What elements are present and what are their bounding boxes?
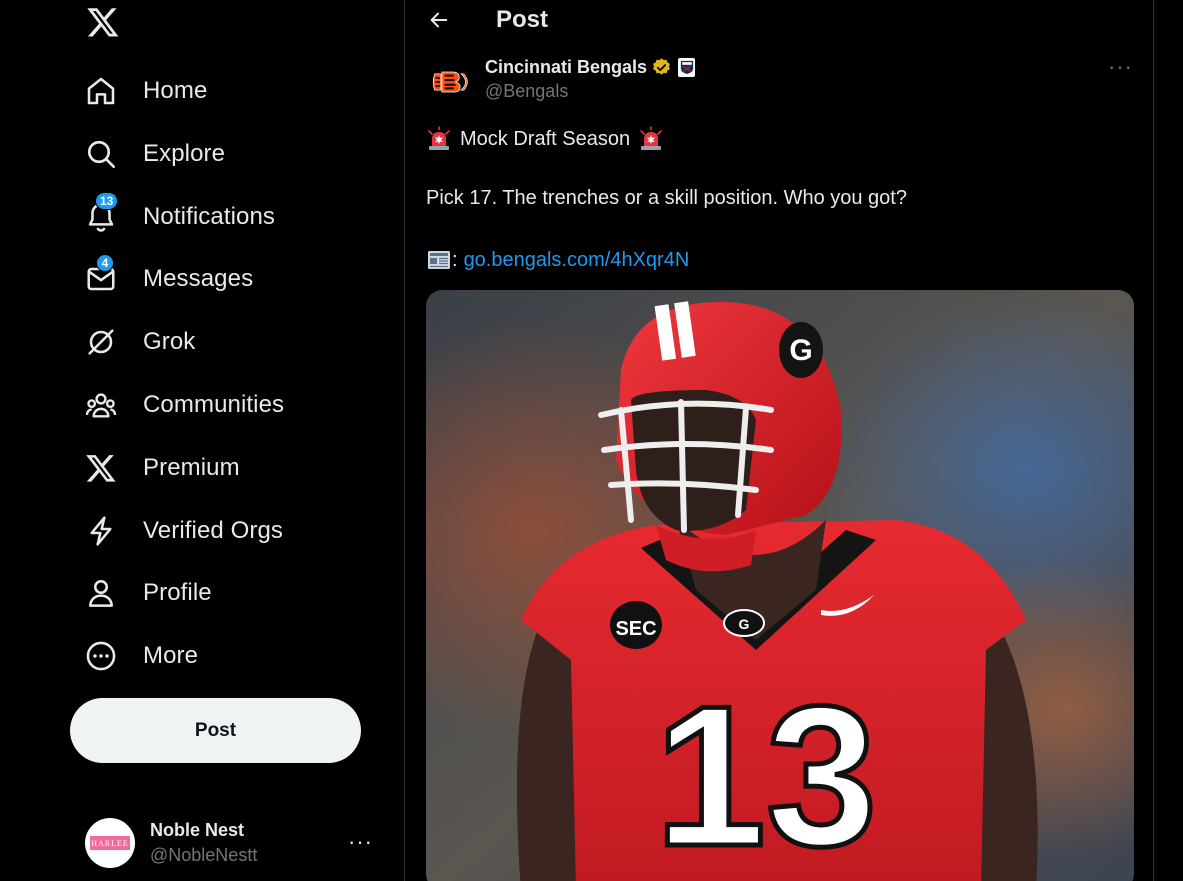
verified-badge-icon — [653, 57, 670, 75]
post-button[interactable]: Post — [70, 698, 361, 763]
siren-emoji-icon — [426, 126, 452, 152]
tweet-link[interactable]: go.bengals.com/4hXqr4N — [464, 249, 690, 272]
tweet-line-3-prefix: : — [452, 248, 458, 271]
nav-notifications-label: Notifications — [143, 203, 276, 230]
nav-communities-label: Communities — [143, 391, 285, 418]
author-row: Cincinnati Bengals — [485, 56, 696, 78]
nav-explore-label: Explore — [143, 140, 226, 167]
account-name: Noble Nest — [150, 820, 245, 840]
tweet-media-image[interactable]: G SEC G 13 — [426, 290, 1134, 881]
nav-home-label: Home — [143, 77, 208, 104]
arrow-left-icon[interactable] — [425, 6, 453, 34]
avatar-logo: HARLEE — [90, 836, 130, 850]
author-name[interactable]: Cincinnati Bengals — [485, 57, 647, 78]
nfl-affiliate-icon[interactable] — [678, 57, 696, 77]
nav-premium[interactable]: Premium — [82, 443, 240, 493]
page-title: Post — [496, 6, 549, 33]
nav-more[interactable]: More — [82, 631, 198, 681]
account-more-icon[interactable]: ··· — [348, 831, 373, 853]
account-handle: @NobleNestt — [150, 845, 258, 865]
grok-icon — [82, 323, 120, 361]
nav-premium-label: Premium — [143, 454, 240, 481]
newspaper-emoji-icon — [426, 247, 452, 273]
chest-logo-text: G — [739, 616, 750, 632]
more-circle-icon — [82, 637, 120, 675]
search-icon — [82, 135, 120, 173]
envelope-icon: 4 — [82, 254, 120, 298]
communities-icon — [82, 386, 120, 424]
nav-messages[interactable]: 4 Messages — [82, 254, 253, 304]
app-root: Home Explore 13 Notifications 4 Messages — [0, 0, 1183, 881]
messages-badge: 4 — [96, 254, 114, 272]
nav-more-label: More — [143, 642, 199, 669]
account-switcher[interactable]: HARLEE Noble Nest @NobleNestt ··· — [85, 815, 385, 871]
avatar: HARLEE — [85, 818, 135, 868]
nav-profile[interactable]: Profile — [82, 568, 212, 618]
account-text: Noble Nest @NobleNestt — [150, 820, 257, 866]
left-sidebar: Home Explore 13 Notifications 4 Messages — [0, 0, 404, 881]
tweet-line-1-text: Mock Draft Season — [460, 127, 631, 150]
nav-verified-orgs-label: Verified Orgs — [143, 517, 284, 544]
bengals-logo-icon[interactable] — [429, 60, 473, 104]
author-info: Cincinnati Bengals @Bengals — [485, 56, 696, 102]
nav-verified-orgs[interactable]: Verified Orgs — [82, 506, 283, 556]
nav-messages-label: Messages — [143, 265, 254, 292]
nav-notifications[interactable]: 13 Notifications — [82, 192, 275, 242]
main-column: Post Cincinnati Bengals @Bengals ··· Moc… — [404, 0, 1154, 881]
lightning-icon — [82, 512, 120, 550]
post-header: Post — [405, 0, 1154, 40]
x-logo-icon — [82, 449, 120, 487]
tweet-line-1: Mock Draft Season — [426, 126, 664, 152]
tweet-line-2-text: Pick 17. The trenches or a skill positio… — [426, 187, 907, 209]
bell-icon: 13 — [82, 192, 120, 236]
helmet-logo-text: G — [789, 334, 812, 367]
tweet-line-2: Pick 17. The trenches or a skill positio… — [426, 187, 907, 210]
nav-home[interactable]: Home — [82, 66, 207, 116]
home-icon — [82, 72, 120, 110]
nav-grok[interactable]: Grok — [82, 317, 195, 367]
nav-profile-label: Profile — [143, 579, 212, 606]
sec-patch-text: SEC — [615, 618, 656, 640]
tweet-more-icon[interactable]: ··· — [1108, 56, 1133, 78]
nav-grok-label: Grok — [143, 328, 196, 355]
person-icon — [82, 574, 120, 612]
jersey-number-text: 13 — [655, 665, 877, 881]
notifications-badge: 13 — [95, 192, 119, 210]
tweet-line-3: : go.bengals.com/4hXqr4N — [426, 247, 689, 273]
x-logo-icon[interactable] — [84, 4, 122, 40]
nav-explore[interactable]: Explore — [82, 129, 225, 179]
nav-communities[interactable]: Communities — [82, 380, 284, 430]
siren-emoji-icon — [638, 126, 664, 152]
tweet-author: Cincinnati Bengals @Bengals — [429, 56, 696, 106]
author-handle: @Bengals — [485, 81, 569, 101]
